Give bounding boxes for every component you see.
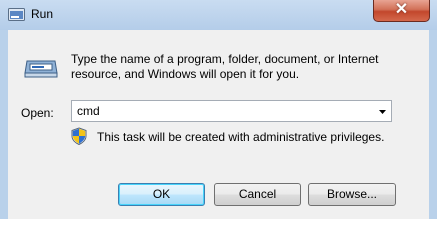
dialog-body: Type the name of a program, folder, docu… [8,30,429,219]
run-program-icon [24,60,58,78]
admin-privileges-note: This task will be created with administr… [97,130,385,144]
cancel-button[interactable]: Cancel [214,183,301,206]
run-dialog-window: Run ✕ Type the name of a program, folder… [0,0,437,219]
open-combobox[interactable]: cmd [71,100,392,122]
chevron-down-icon[interactable] [374,101,391,121]
open-input[interactable]: cmd [77,104,100,118]
uac-shield-icon [71,127,87,145]
title-bar[interactable]: Run ✕ [0,0,437,30]
run-icon [8,8,25,21]
open-label: Open: [21,106,54,120]
close-icon: ✕ [394,1,409,18]
window-border [429,30,437,219]
window-title: Run [31,7,54,21]
browse-button[interactable]: Browse... [308,183,396,206]
close-button[interactable]: ✕ [373,0,430,22]
button-bar: OK Cancel Browse... [8,177,429,219]
ok-button[interactable]: OK [118,183,205,206]
instructions-text: Type the name of a program, folder, docu… [71,52,379,81]
